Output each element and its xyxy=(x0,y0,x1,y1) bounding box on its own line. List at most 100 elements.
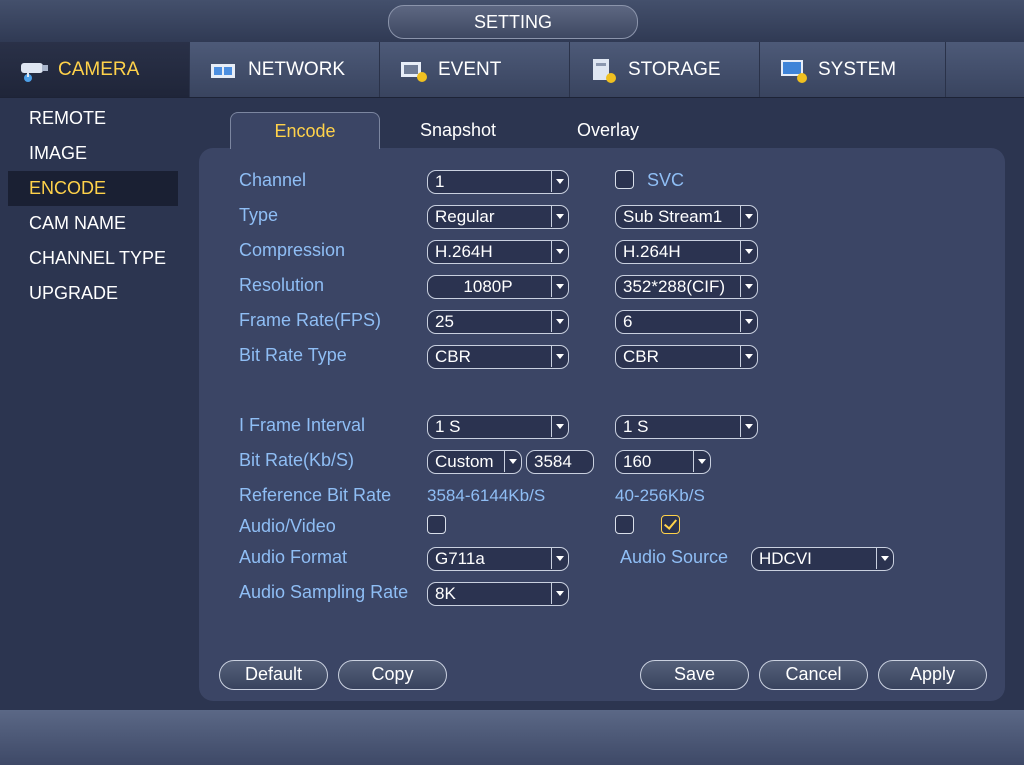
audio-sampling-rate-value: 8K xyxy=(435,584,456,603)
sub-reference-bit-rate-value: 40-256Kb/S xyxy=(615,486,705,505)
tab-camera[interactable]: CAMERA xyxy=(0,42,190,97)
sub-compression-value: H.264H xyxy=(623,242,681,261)
resolution-value: 1080P xyxy=(463,277,513,296)
channel-label: Channel xyxy=(239,170,307,190)
i-frame-interval-value: 1 S xyxy=(435,417,461,436)
chevron-down-icon xyxy=(740,241,757,262)
svc-label: SVC xyxy=(647,170,685,190)
tab-network[interactable]: NETWORK xyxy=(190,42,380,97)
frame-rate-select[interactable]: 25 xyxy=(427,310,569,334)
tab-network-label: NETWORK xyxy=(248,58,346,80)
type-value: Regular xyxy=(435,207,495,226)
bit-rate-mode-select[interactable]: Custom xyxy=(427,450,522,474)
audio-format-select[interactable]: G711a xyxy=(427,547,569,571)
channel-select[interactable]: 1 xyxy=(427,170,569,194)
sub-frame-rate-select[interactable]: 6 xyxy=(615,310,758,334)
chevron-down-icon xyxy=(740,346,757,367)
sidebar-item-remote[interactable]: REMOTE xyxy=(8,101,178,136)
audio-source-label: Audio Source xyxy=(620,547,729,567)
bit-rate-type-label: Bit Rate Type xyxy=(239,345,347,365)
sidebar-item-upgrade[interactable]: UPGRADE xyxy=(8,276,178,311)
sub-audio-video-checked-checkbox[interactable] xyxy=(661,515,680,534)
compression-select[interactable]: H.264H xyxy=(427,240,569,264)
i-frame-interval-label: I Frame Interval xyxy=(239,415,366,435)
chevron-down-icon xyxy=(551,346,568,367)
chevron-down-icon xyxy=(504,451,521,472)
tab-system-label: SYSTEM xyxy=(818,58,897,80)
sub-resolution-value: 352*288(CIF) xyxy=(623,277,726,296)
top-nav: CAMERA NETWORK EVENT STORAGE SYSTEM xyxy=(0,42,1024,98)
sub-stream-value: Sub Stream1 xyxy=(623,207,723,226)
audio-source-value: HDCVI xyxy=(759,549,812,568)
frame-rate-value: 25 xyxy=(435,312,454,331)
chevron-down-icon xyxy=(876,548,893,569)
event-icon xyxy=(398,56,430,84)
audio-format-label: Audio Format xyxy=(239,547,348,567)
chevron-down-icon xyxy=(551,171,568,192)
audio-video-checkbox[interactable] xyxy=(427,515,446,534)
bit-rate-type-value: CBR xyxy=(435,347,471,366)
sub-bit-rate-type-select[interactable]: CBR xyxy=(615,345,758,369)
chevron-down-icon xyxy=(551,241,568,262)
bit-rate-label: Bit Rate(Kb/S) xyxy=(239,450,355,470)
sub-bit-rate-value: 160 xyxy=(623,452,652,471)
sub-compression-select[interactable]: H.264H xyxy=(615,240,758,264)
tab-overlay[interactable]: Overlay xyxy=(558,112,658,148)
audio-sampling-rate-select[interactable]: 8K xyxy=(427,582,569,606)
type-select[interactable]: Regular xyxy=(427,205,569,229)
bit-rate-type-select[interactable]: CBR xyxy=(427,345,569,369)
sidebar-item-encode[interactable]: ENCODE xyxy=(8,171,178,206)
chevron-down-icon xyxy=(740,416,757,437)
chevron-down-icon xyxy=(551,311,568,332)
tab-storage-label: STORAGE xyxy=(628,58,721,80)
compression-value: H.264H xyxy=(435,242,493,261)
save-button[interactable]: Save xyxy=(640,660,749,690)
copy-button[interactable]: Copy xyxy=(338,660,447,690)
default-button[interactable]: Default xyxy=(219,660,328,690)
bit-rate-input[interactable]: 3584 xyxy=(526,450,594,474)
channel-value: 1 xyxy=(435,172,445,191)
bottom-bar xyxy=(0,710,1024,765)
network-icon xyxy=(208,56,240,84)
sub-stream-select[interactable]: Sub Stream1 xyxy=(615,205,758,229)
tab-storage[interactable]: STORAGE xyxy=(570,42,760,97)
bit-rate-mode-value: Custom xyxy=(435,452,494,471)
sub-i-frame-interval-select[interactable]: 1 S xyxy=(615,415,758,439)
resolution-label: Resolution xyxy=(239,275,325,295)
cancel-button[interactable]: Cancel xyxy=(759,660,868,690)
chevron-down-icon xyxy=(551,206,568,227)
sub-audio-video-checkbox[interactable] xyxy=(615,515,634,534)
storage-icon xyxy=(588,56,620,84)
reference-bit-rate-label: Reference Bit Rate xyxy=(239,485,392,505)
sub-bit-rate-select[interactable]: 160 xyxy=(615,450,711,474)
chevron-down-icon xyxy=(551,276,568,297)
chevron-down-icon xyxy=(740,276,757,297)
tab-system[interactable]: SYSTEM xyxy=(760,42,946,97)
audio-sampling-rate-label: Audio Sampling Rate xyxy=(239,582,409,602)
chevron-down-icon xyxy=(693,451,710,472)
sub-frame-rate-value: 6 xyxy=(623,312,633,331)
apply-button[interactable]: Apply xyxy=(878,660,987,690)
reference-bit-rate-value: 3584-6144Kb/S xyxy=(427,486,546,505)
chevron-down-icon xyxy=(740,311,757,332)
resolution-select[interactable]: 1080P xyxy=(427,275,569,299)
sidebar-item-cam-name[interactable]: CAM NAME xyxy=(8,206,178,241)
tab-encode[interactable]: Encode xyxy=(230,112,380,149)
sidebar-item-channel-type[interactable]: CHANNEL TYPE xyxy=(8,241,178,276)
i-frame-interval-select[interactable]: 1 S xyxy=(427,415,569,439)
audio-source-select[interactable]: HDCVI xyxy=(751,547,894,571)
chevron-down-icon xyxy=(551,583,568,604)
audio-format-value: G711a xyxy=(435,549,485,568)
audio-video-label: Audio/Video xyxy=(239,516,336,536)
svc-checkbox[interactable] xyxy=(615,170,634,189)
sub-resolution-select[interactable]: 352*288(CIF) xyxy=(615,275,758,299)
camera-icon xyxy=(18,56,50,84)
tab-event[interactable]: EVENT xyxy=(380,42,570,97)
tab-event-label: EVENT xyxy=(438,58,502,80)
type-label: Type xyxy=(239,205,279,225)
sub-i-frame-interval-value: 1 S xyxy=(623,417,649,436)
sub-bit-rate-type-value: CBR xyxy=(623,347,659,366)
sidebar-item-image[interactable]: IMAGE xyxy=(8,136,178,171)
tab-camera-label: CAMERA xyxy=(58,58,140,80)
tab-snapshot[interactable]: Snapshot xyxy=(398,112,518,148)
